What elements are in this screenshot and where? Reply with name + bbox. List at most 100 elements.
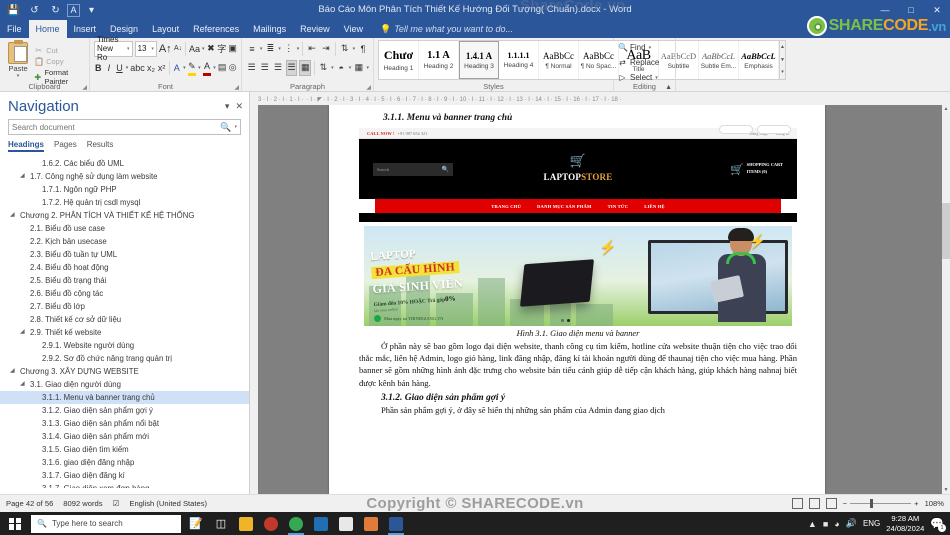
- nav-heading-item[interactable]: 3.1.6. giao diện đăng nhập: [0, 456, 249, 469]
- expand-collapse-icon[interactable]: ◢: [10, 209, 15, 222]
- bullets-icon[interactable]: ≡: [246, 41, 258, 57]
- chevron-down-icon[interactable]: ▾: [353, 46, 356, 52]
- increase-indent-icon[interactable]: ⇥: [320, 41, 332, 57]
- chevron-down-icon[interactable]: ▾: [367, 65, 370, 71]
- text-highlight-color-icon[interactable]: ✎: [187, 60, 197, 76]
- vscode-app-icon[interactable]: [310, 513, 332, 535]
- nav-heading-item[interactable]: ◢ 1.7. Công nghệ sử dụng làm website: [0, 170, 249, 183]
- tab-layout[interactable]: Layout: [145, 20, 186, 38]
- media-app-icon[interactable]: [260, 513, 282, 535]
- text-box-icon[interactable]: ▤: [218, 60, 227, 76]
- nav-heading-item[interactable]: ◢ Chương 2. PHÂN TÍCH VÀ THIẾT KẾ HỆ THỐN…: [0, 209, 249, 222]
- horizontal-ruler[interactable]: 3 · I · 2 · I · 1 · I · · I · ◤ · I · 2 …: [250, 92, 950, 105]
- paragraph-dialog-launcher-icon[interactable]: ◢: [366, 84, 371, 91]
- chevron-down-icon[interactable]: ▾: [126, 65, 129, 71]
- expand-collapse-icon[interactable]: ◢: [10, 365, 15, 378]
- scroll-up-icon[interactable]: ▲: [942, 105, 950, 113]
- shading-icon[interactable]: ◓: [336, 60, 347, 76]
- nav-heading-item[interactable]: 3.1.3. Giao diện sản phẩm nổi bật: [0, 417, 249, 430]
- print-layout-icon[interactable]: [808, 498, 820, 509]
- borders-icon[interactable]: ▦: [353, 60, 364, 76]
- chevron-down-icon[interactable]: ▾: [202, 46, 205, 52]
- search-input[interactable]: [12, 122, 221, 132]
- chevron-down-icon[interactable]: ▾: [297, 46, 300, 52]
- more-styles-icon[interactable]: ▾: [780, 66, 785, 80]
- search-icon[interactable]: 🔍: [220, 122, 231, 133]
- font-name-combo[interactable]: Times New Ro ▾: [94, 35, 133, 62]
- tab-view[interactable]: View: [337, 20, 370, 38]
- tab-pages[interactable]: Pages: [54, 140, 77, 152]
- nav-heading-item[interactable]: 3.1.7. Giao diện xem đơn hàng: [0, 482, 249, 488]
- chevron-down-icon[interactable]: ▾: [234, 124, 237, 130]
- nav-heading-item[interactable]: ◢ 2.9. Thiết kế website: [0, 326, 249, 339]
- navigation-options-icon[interactable]: ▾: [225, 101, 230, 112]
- font-dialog-launcher-icon[interactable]: ◢: [234, 84, 239, 91]
- justify-icon[interactable]: ☰: [285, 59, 298, 76]
- document-canvas[interactable]: 3.1.1. Menu và banner trang chủ CALL NOW…: [258, 105, 942, 494]
- nav-heading-item[interactable]: 1.6.2. Các biểu đồ UML: [0, 157, 249, 170]
- chevron-down-icon[interactable]: ▾: [213, 65, 216, 71]
- expand-collapse-icon[interactable]: ◢: [20, 378, 25, 391]
- line-spacing-icon[interactable]: ⇅: [318, 60, 329, 76]
- nav-heading-item[interactable]: 3.1.7. Giao diện đăng kí: [0, 469, 249, 482]
- underline-icon[interactable]: U: [115, 60, 124, 76]
- nav-heading-item[interactable]: 3.1.4. Giao diện sản phẩm mới: [0, 430, 249, 443]
- vertical-ruler[interactable]: [250, 105, 258, 494]
- scroll-down-icon[interactable]: ▼: [942, 486, 950, 494]
- proofing-icon[interactable]: ☑: [113, 499, 120, 508]
- tab-results[interactable]: Results: [87, 140, 114, 152]
- language-indicator[interactable]: English (United States): [129, 499, 207, 508]
- web-layout-icon[interactable]: [825, 498, 837, 509]
- nav-heading-item[interactable]: 2.2. Kịch bản usecase: [0, 235, 249, 248]
- grow-font-icon[interactable]: A↑: [159, 41, 172, 57]
- nav-heading-item[interactable]: ◢ Chương 3. XÂY DỰNG WEBSITE: [0, 365, 249, 378]
- volume-icon[interactable]: 🔊: [846, 518, 857, 529]
- chevron-down-icon[interactable]: ▾: [331, 65, 334, 71]
- multilevel-list-icon[interactable]: ⋮: [283, 41, 295, 57]
- align-right-icon[interactable]: ☰: [272, 60, 283, 76]
- battery-icon[interactable]: ■: [823, 519, 828, 529]
- distributed-icon[interactable]: ▦: [299, 59, 312, 76]
- cortana-illustration-icon[interactable]: 📝: [185, 513, 207, 535]
- superscript-icon[interactable]: x²: [157, 60, 166, 76]
- italic-icon[interactable]: I: [105, 60, 114, 76]
- nav-heading-item[interactable]: ◢ 3.1. Giao diện người dùng: [0, 378, 249, 391]
- nav-heading-item[interactable]: 2.4. Biểu đồ hoạt động: [0, 261, 249, 274]
- strikethrough-icon[interactable]: abc: [130, 60, 145, 76]
- styles-gallery-scroll[interactable]: ▲ ▼ ▾: [780, 40, 786, 80]
- navigation-tabs[interactable]: Headings Pages Results: [0, 135, 249, 155]
- copy-button[interactable]: 📋 Copy: [34, 57, 85, 66]
- document-page[interactable]: 3.1.1. Menu và banner trang chủ CALL NOW…: [329, 105, 825, 494]
- clipboard-dialog-launcher-icon[interactable]: ◢: [82, 84, 87, 91]
- clock[interactable]: 9:28 AM 24/08/2024: [886, 514, 924, 533]
- tab-headings[interactable]: Headings: [8, 140, 45, 152]
- clear-formatting-icon[interactable]: ✖: [207, 41, 216, 57]
- nav-heading-item[interactable]: 2.1. Biểu đồ use case: [0, 222, 249, 235]
- tab-references[interactable]: References: [186, 20, 246, 38]
- scroll-down-icon[interactable]: ▼: [780, 54, 785, 67]
- styles-gallery[interactable]: Chươ Heading 1 1.1 A Heading 2 1.4.1 A H…: [378, 40, 780, 80]
- notifications-icon[interactable]: 💬 1: [930, 517, 946, 532]
- text-effects-icon[interactable]: A: [173, 60, 182, 76]
- decrease-indent-icon[interactable]: ⇤: [306, 41, 318, 57]
- character-border-icon[interactable]: ▣: [228, 41, 237, 57]
- align-left-icon[interactable]: ☰: [246, 60, 257, 76]
- navigation-actions[interactable]: ▾ ✕: [225, 101, 243, 112]
- zoom-level[interactable]: 108%: [925, 499, 944, 508]
- replace-button[interactable]: ⇄ Replace: [618, 55, 671, 70]
- store-app-icon[interactable]: [335, 513, 357, 535]
- chevron-down-icon[interactable]: ▾: [649, 45, 652, 51]
- nav-heading-item[interactable]: 1.7.1. Ngôn ngữ PHP: [0, 183, 249, 196]
- style-heading-2[interactable]: 1.1 A Heading 2: [419, 41, 459, 79]
- chevron-down-icon[interactable]: ▾: [655, 75, 658, 81]
- wifi-icon[interactable]: ◕: [834, 519, 839, 529]
- phonetic-guide-icon[interactable]: 字: [217, 41, 226, 57]
- show-formatting-marks-icon[interactable]: ¶: [357, 41, 369, 57]
- style-no-spacing[interactable]: AaBbCc ¶ No Spac...: [579, 41, 619, 79]
- zoom-out-icon[interactable]: −: [843, 499, 847, 508]
- search-document-box[interactable]: 🔍 ▾: [8, 119, 241, 135]
- chevron-down-icon[interactable]: ▾: [148, 46, 154, 52]
- start-button[interactable]: [0, 512, 30, 535]
- taskbar-app-icons[interactable]: 📝 ◫: [185, 513, 407, 535]
- nav-heading-item[interactable]: 3.1.5. Giao diện tìm kiếm: [0, 443, 249, 456]
